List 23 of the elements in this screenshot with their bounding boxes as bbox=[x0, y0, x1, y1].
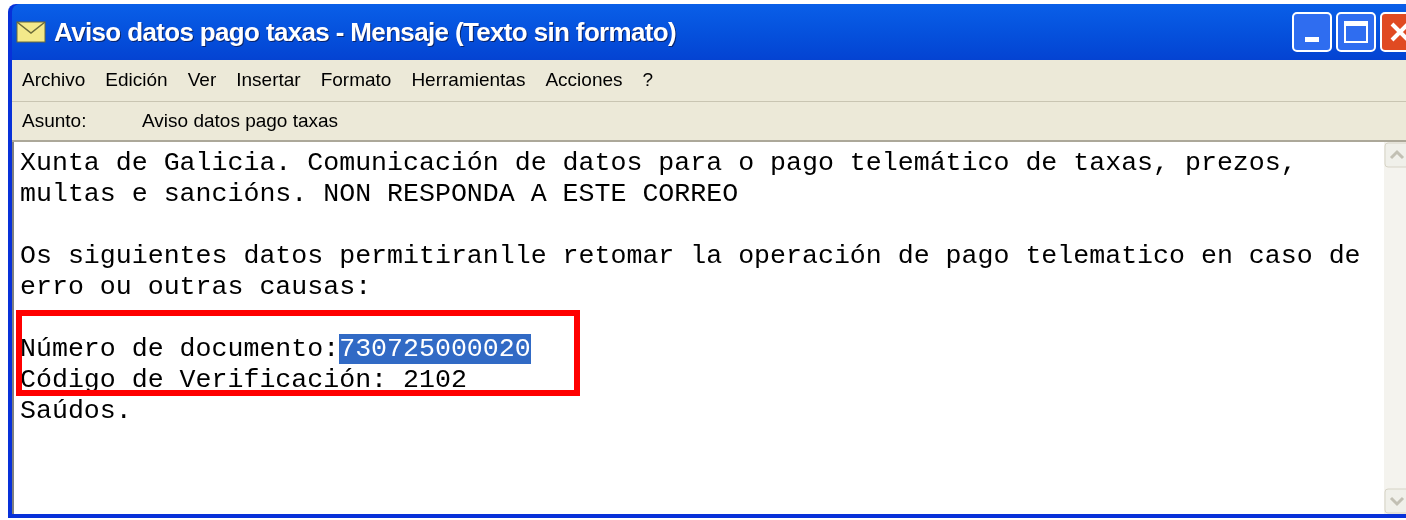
subject-label: Asunto: bbox=[22, 108, 88, 133]
subject-value: Aviso datos pago taxas bbox=[142, 108, 339, 133]
message-line: multas e sancións. NON RESPONDA A ESTE CORREO bbox=[20, 179, 740, 210]
menu-item[interactable]: Herramientas bbox=[411, 66, 526, 95]
envelope-icon bbox=[16, 21, 46, 43]
message-line: Saúdos. bbox=[20, 396, 133, 427]
menu-item[interactable]: Edición bbox=[105, 66, 168, 95]
message-line: Código de Verificación: 2102 bbox=[20, 365, 468, 396]
menu-item[interactable]: Archivo bbox=[22, 66, 86, 95]
message-line: Os siguientes datos permitiranlle retomar la operación de pago telematico en caso de bbox=[20, 241, 1362, 272]
minimize-button[interactable] bbox=[1292, 12, 1332, 52]
maximize-button[interactable] bbox=[1336, 12, 1376, 52]
menu-item[interactable]: Ver bbox=[187, 66, 217, 95]
menu-item[interactable]: Formato bbox=[320, 66, 392, 95]
message-line: Xunta de Galicia. Comunicación de datos para o pago telemático de taxas, prezos, bbox=[20, 148, 1298, 179]
close-icon bbox=[1388, 20, 1406, 44]
menu-item[interactable]: ? bbox=[642, 66, 654, 95]
document-number: 730725000020 bbox=[339, 334, 531, 364]
menu-item[interactable]: Insertar bbox=[236, 66, 301, 95]
message-line: erro ou outras causas: bbox=[20, 272, 373, 303]
menu-item[interactable]: Acciones bbox=[545, 66, 623, 95]
window-title: Aviso datos pago taxas - Mensaje (Texto sin formato) bbox=[54, 15, 677, 49]
field-label: Número de documento: bbox=[20, 334, 340, 364]
